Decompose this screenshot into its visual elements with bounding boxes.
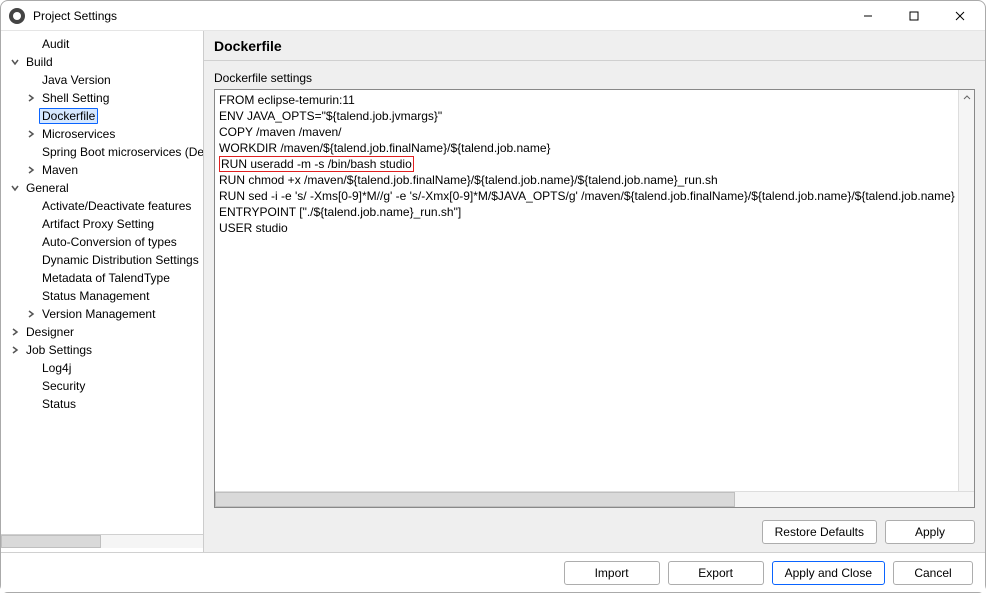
app-icon xyxy=(9,8,25,24)
dockerfile-panel: Dockerfile settings FROM eclipse-temurin… xyxy=(214,71,975,508)
tree-item-label: Metadata of TalendType xyxy=(39,271,173,285)
tree-item[interactable]: Shell Setting xyxy=(1,89,203,107)
main-panel: Dockerfile Dockerfile settings FROM ecli… xyxy=(204,31,985,552)
chevron-right-icon[interactable] xyxy=(23,306,39,322)
tree-item[interactable]: Audit xyxy=(1,35,203,53)
tree-item[interactable]: Metadata of TalendType xyxy=(1,269,203,287)
dialog-footer: Import Export Apply and Close Cancel xyxy=(1,552,985,592)
twisty-spacer xyxy=(23,378,39,394)
tree-item[interactable]: Microservices xyxy=(1,125,203,143)
chevron-down-icon[interactable] xyxy=(7,180,23,196)
apply-and-close-button[interactable]: Apply and Close xyxy=(772,561,885,585)
tree-item-label: General xyxy=(23,181,72,195)
tree-item[interactable]: Auto-Conversion of types xyxy=(1,233,203,251)
chevron-down-icon[interactable] xyxy=(7,54,23,70)
close-button[interactable] xyxy=(937,1,983,31)
tree-item[interactable]: Security xyxy=(1,377,203,395)
tree-item-label: Build xyxy=(23,55,56,69)
sidebar-horizontal-scrollbar[interactable] xyxy=(1,534,203,548)
chevron-right-icon[interactable] xyxy=(7,324,23,340)
tree-item[interactable]: General xyxy=(1,179,203,197)
tree-item[interactable]: Designer xyxy=(1,323,203,341)
panel-label: Dockerfile settings xyxy=(214,71,975,85)
tree-item-label: Spring Boot microservices (Deprecated) xyxy=(39,145,203,159)
tree-item-label: Job Settings xyxy=(23,343,95,357)
tree-item-label: Dockerfile xyxy=(39,108,98,124)
chevron-right-icon[interactable] xyxy=(23,126,39,142)
titlebar: Project Settings xyxy=(1,1,985,31)
tree-item-label: Status Management xyxy=(39,289,152,303)
tree-item-label: Artifact Proxy Setting xyxy=(39,217,157,231)
tree-item-label: Audit xyxy=(39,37,72,51)
tree-item-label: Version Management xyxy=(39,307,158,321)
tree-item-label: Auto-Conversion of types xyxy=(39,235,180,249)
tree-item[interactable]: Spring Boot microservices (Deprecated) xyxy=(1,143,203,161)
tree-item-label: Microservices xyxy=(39,127,118,141)
import-button[interactable]: Import xyxy=(564,561,660,585)
tree-item[interactable]: Job Settings xyxy=(1,341,203,359)
editor-wrap: FROM eclipse-temurin:11 ENV JAVA_OPTS="$… xyxy=(214,89,975,508)
tree-item-label: Security xyxy=(39,379,88,393)
main-heading-bar: Dockerfile xyxy=(204,31,985,61)
cancel-button[interactable]: Cancel xyxy=(893,561,973,585)
twisty-spacer xyxy=(23,36,39,52)
minimize-button[interactable] xyxy=(845,1,891,31)
tree-item[interactable]: Activate/Deactivate features xyxy=(1,197,203,215)
chevron-right-icon[interactable] xyxy=(23,162,39,178)
tree-item-label: Shell Setting xyxy=(39,91,112,105)
restore-defaults-button[interactable]: Restore Defaults xyxy=(762,520,877,544)
window-controls xyxy=(845,1,983,31)
window-title: Project Settings xyxy=(33,9,845,23)
tree-item-label: Java Version xyxy=(39,73,114,87)
tree-item[interactable]: Status Management xyxy=(1,287,203,305)
export-button[interactable]: Export xyxy=(668,561,764,585)
apply-button[interactable]: Apply xyxy=(885,520,975,544)
chevron-right-icon[interactable] xyxy=(7,342,23,358)
scroll-up-icon[interactable] xyxy=(959,90,974,106)
maximize-button[interactable] xyxy=(891,1,937,31)
tree-item[interactable]: Artifact Proxy Setting xyxy=(1,215,203,233)
content: Audit Build Java Version Shell Setting Docke… xyxy=(1,31,985,552)
editor-vertical-scrollbar[interactable] xyxy=(958,90,974,507)
twisty-spacer xyxy=(23,396,39,412)
tree-item[interactable]: Dockerfile xyxy=(1,107,203,125)
tree-item[interactable]: Dynamic Distribution Settings xyxy=(1,251,203,269)
scrollbar-thumb[interactable] xyxy=(215,492,735,507)
tree-item-label: Log4j xyxy=(39,361,74,375)
tree-item-label: Dynamic Distribution Settings xyxy=(39,253,202,267)
tree-item[interactable]: Status xyxy=(1,395,203,413)
tree-item-label: Designer xyxy=(23,325,77,339)
tree-item-label: Activate/Deactivate features xyxy=(39,199,194,213)
scrollbar-thumb[interactable] xyxy=(1,535,101,548)
sidebar: Audit Build Java Version Shell Setting Docke… xyxy=(1,31,204,552)
settings-tree: Audit Build Java Version Shell Setting Docke… xyxy=(1,35,203,534)
tree-item[interactable]: Log4j xyxy=(1,359,203,377)
main-heading: Dockerfile xyxy=(214,38,282,54)
tree-item[interactable]: Java Version xyxy=(1,71,203,89)
tree-item[interactable]: Build xyxy=(1,53,203,71)
chevron-right-icon[interactable] xyxy=(23,90,39,106)
tree-item[interactable]: Version Management xyxy=(1,305,203,323)
highlighted-line: RUN useradd -m -s /bin/bash studio xyxy=(219,156,414,172)
dockerfile-editor[interactable]: FROM eclipse-temurin:11 ENV JAVA_OPTS="$… xyxy=(215,90,974,491)
tree-item[interactable]: Maven xyxy=(1,161,203,179)
editor-horizontal-scrollbar[interactable] xyxy=(215,491,974,507)
tree-item-label: Status xyxy=(39,397,79,411)
panel-buttons: Restore Defaults Apply xyxy=(204,514,985,552)
twisty-spacer xyxy=(23,360,39,376)
tree-item-label: Maven xyxy=(39,163,81,177)
